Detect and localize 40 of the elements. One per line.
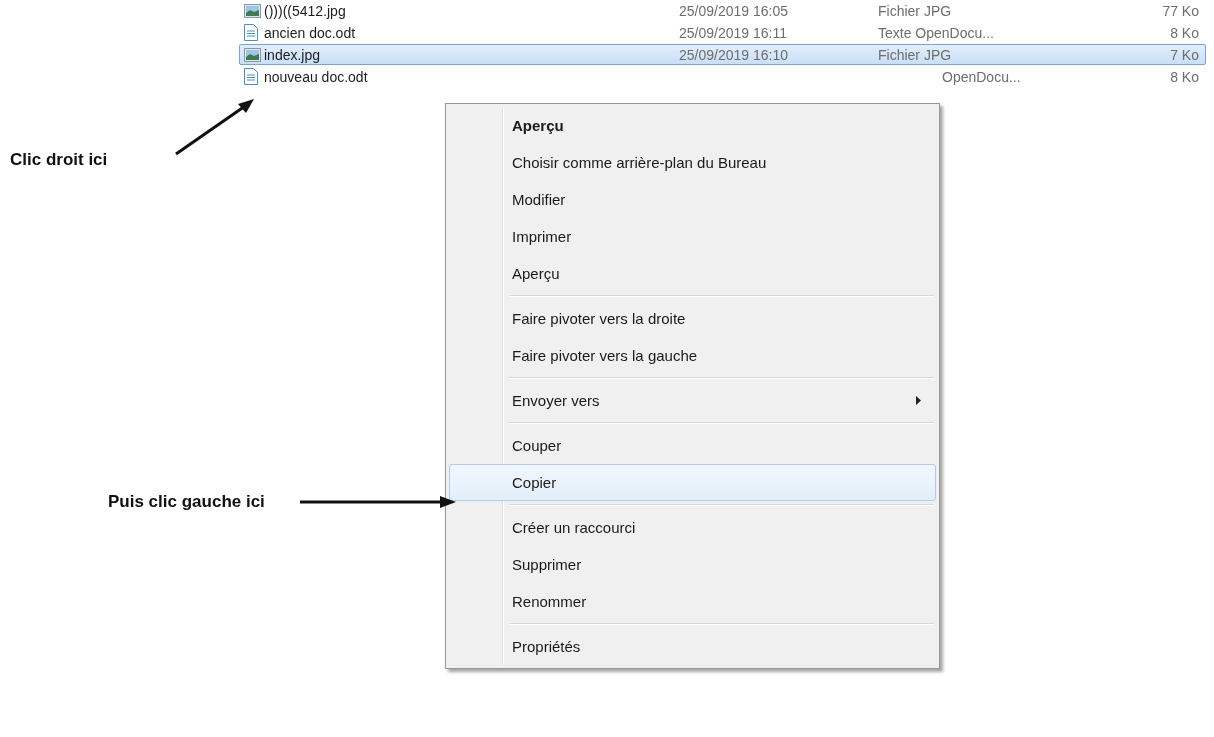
menu-item[interactable]: Modifier xyxy=(449,181,936,218)
file-type: Fichier JPG xyxy=(878,46,953,63)
document-file-icon xyxy=(244,68,258,85)
menu-item[interactable]: Envoyer vers xyxy=(449,382,936,419)
annotation-label: Puis clic gauche ici xyxy=(108,492,265,512)
annotation-label: Clic droit ici xyxy=(10,150,108,170)
menu-item[interactable]: Couper xyxy=(449,427,936,464)
menu-item[interactable]: Aperçu xyxy=(449,107,936,144)
file-name: ancien doc.odt xyxy=(264,24,357,41)
file-name: ()))((5412.jpg xyxy=(264,2,347,19)
menu-item[interactable]: Faire pivoter vers la droite xyxy=(449,300,936,337)
menu-item[interactable]: Propriétés xyxy=(449,628,936,665)
file-size: 77 Ko xyxy=(1161,2,1199,19)
image-file-icon xyxy=(244,47,261,62)
menu-item[interactable]: Supprimer xyxy=(449,546,936,583)
file-date: 25/09/2019 16:11 xyxy=(679,24,788,41)
file-type: Texte OpenDocu... xyxy=(878,24,995,41)
document-file-icon xyxy=(244,24,258,41)
file-row[interactable]: index.jpg 25/09/2019 16:10 Fichier JPG 7 Ko xyxy=(239,44,1206,65)
file-row[interactable]: ancien doc.odt 25/09/2019 16:11 Texte OpenDocu... 8 Ko xyxy=(239,22,1206,43)
file-size: 8 Ko xyxy=(1169,24,1199,41)
file-type: OpenDocu... xyxy=(941,68,1022,85)
submenu-arrow-icon xyxy=(916,396,921,405)
file-row[interactable]: ()))((5412.jpg 25/09/2019 16:05 Fichier JPG 77 Ko xyxy=(239,0,1206,21)
image-file-icon xyxy=(244,3,261,18)
menu-item[interactable]: Aperçu xyxy=(449,255,936,292)
menu-item[interactable]: Renommer xyxy=(449,583,936,620)
file-name: nouveau doc.odt xyxy=(264,68,369,85)
file-size: 8 Ko xyxy=(1169,68,1199,85)
file-size: 7 Ko xyxy=(1169,46,1199,63)
file-type: Fichier JPG xyxy=(878,2,953,19)
file-row[interactable]: nouveau doc.odt OpenDocu... 8 Ko xyxy=(239,66,1206,87)
menu-item[interactable]: Imprimer xyxy=(449,218,936,255)
file-date: 25/09/2019 16:05 xyxy=(679,2,789,19)
menu-item[interactable]: Faire pivoter vers la gauche xyxy=(449,337,936,374)
file-date: 25/09/2019 16:10 xyxy=(679,46,789,63)
menu-item[interactable]: Créer un raccourci xyxy=(449,509,936,546)
menu-item[interactable]: Choisir comme arrière-plan du Bureau xyxy=(449,144,936,181)
menu-item[interactable]: Copier xyxy=(449,464,936,501)
file-name: index.jpg xyxy=(264,46,322,63)
